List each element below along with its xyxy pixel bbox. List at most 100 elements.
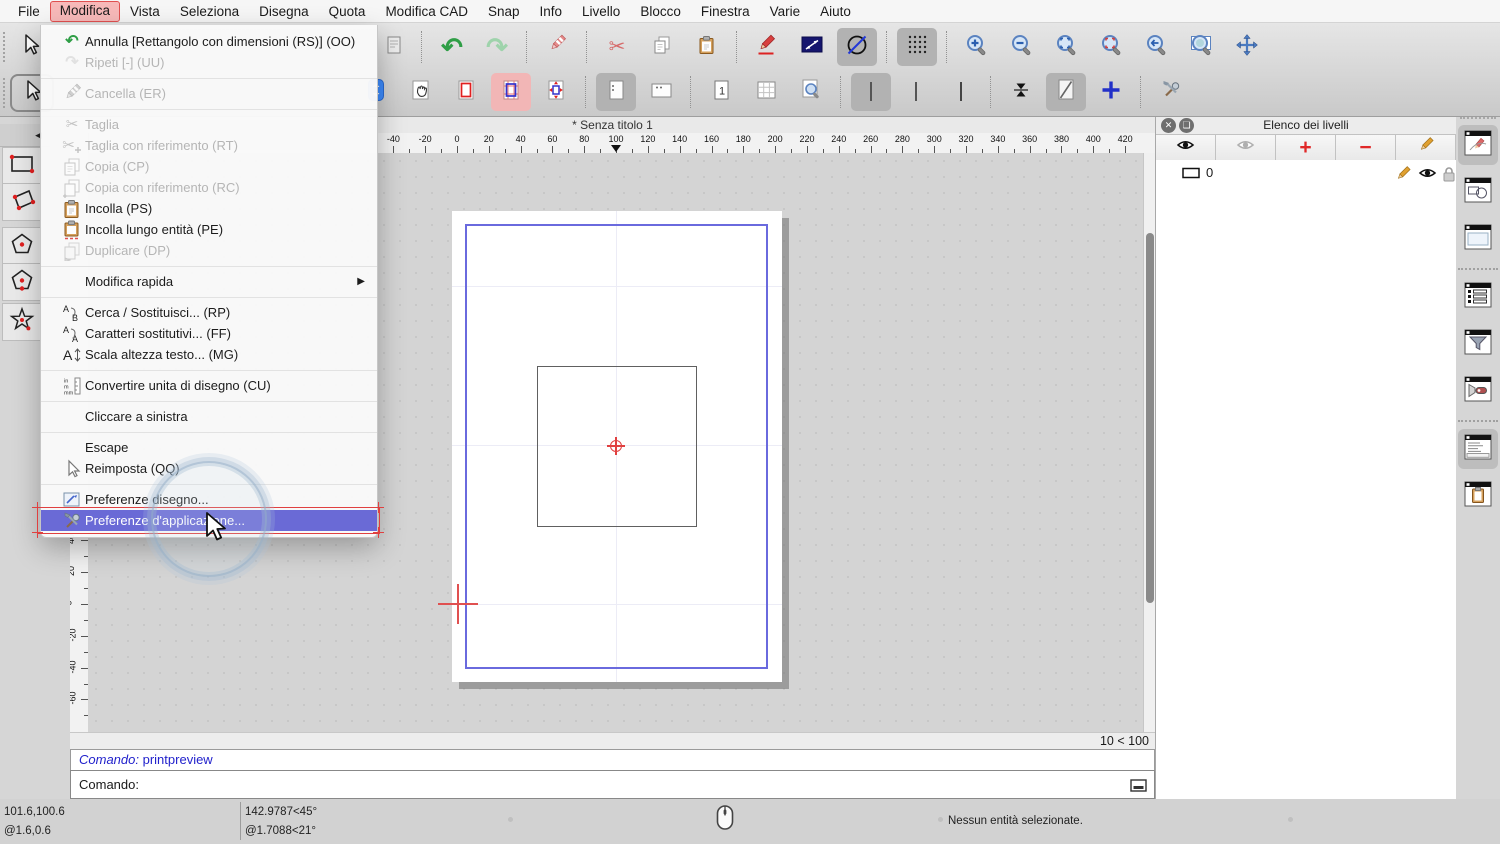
crosshair-button[interactable] bbox=[1091, 73, 1131, 111]
dock-clipboard-toggle[interactable] bbox=[1458, 476, 1498, 516]
zoom-pan-button[interactable] bbox=[1227, 28, 1267, 66]
menu-item-copy[interactable]: Copia (CP) bbox=[41, 156, 377, 177]
menubar-item-snap[interactable]: Snap bbox=[478, 3, 530, 20]
grayscale-button[interactable] bbox=[896, 73, 936, 111]
menubar-item-livello[interactable]: Livello bbox=[572, 3, 630, 20]
zoom-out-button[interactable] bbox=[1002, 28, 1042, 66]
canvas-bottom-strip[interactable]: 10 < 100 bbox=[70, 732, 1155, 749]
zoom-previous-button[interactable] bbox=[1137, 28, 1177, 66]
polygon-center-tool-button[interactable] bbox=[2, 227, 42, 265]
zoom-page-button[interactable] bbox=[791, 73, 831, 111]
toolbar-separator bbox=[736, 31, 738, 63]
menubar-item-modifica-cad[interactable]: Modifica CAD bbox=[375, 3, 478, 20]
menu-item-font-replace[interactable]: AACaratteri sostitutivi... (FF) bbox=[41, 323, 377, 344]
remove-layer-button[interactable]: − bbox=[1336, 135, 1396, 160]
menubar-item-finestra[interactable]: Finestra bbox=[691, 3, 760, 20]
polygon-vertex-tool-button[interactable] bbox=[2, 263, 42, 301]
hand-button[interactable] bbox=[401, 73, 441, 111]
single-page-button[interactable]: 1 bbox=[701, 73, 741, 111]
export-button[interactable] bbox=[372, 28, 412, 66]
menubar-item-quota[interactable]: Quota bbox=[319, 3, 376, 20]
landscape-button[interactable] bbox=[641, 73, 681, 111]
paste-button[interactable] bbox=[687, 28, 727, 66]
grid-button[interactable] bbox=[897, 28, 937, 66]
eye-on-button[interactable] bbox=[1156, 135, 1216, 160]
settings-button[interactable] bbox=[1151, 73, 1191, 111]
star-tool-button[interactable] bbox=[2, 303, 42, 341]
menu-item-duplicate[interactable]: Duplicare (DP) bbox=[41, 240, 377, 261]
menu-item-paste[interactable]: Incolla (PS) bbox=[41, 198, 377, 219]
menubar-item-aiuto[interactable]: Aiuto bbox=[810, 3, 861, 20]
rect-rotated-tool-button[interactable] bbox=[2, 183, 42, 221]
close-panel-icon[interactable]: ✕ bbox=[1161, 118, 1176, 133]
page-center-button[interactable] bbox=[536, 73, 576, 111]
menu-item-paste-along-entity[interactable]: Incolla lungo entità (PE) bbox=[41, 219, 377, 240]
menu-item-redo[interactable]: ↷Ripeti [-] (UU) bbox=[41, 52, 377, 73]
dimension-button[interactable] bbox=[792, 28, 832, 66]
multi-page-button[interactable] bbox=[746, 73, 786, 111]
undo-button[interactable]: ↶ bbox=[432, 28, 472, 66]
menu-item-convert-units[interactable]: inmmmConvertire unita di disegno (CU) bbox=[41, 375, 377, 396]
dock-pen-toggle[interactable] bbox=[1458, 125, 1498, 165]
vertical-scrollbar-thumb[interactable] bbox=[1146, 233, 1154, 603]
circle-line-button[interactable] bbox=[837, 28, 877, 66]
menubar-item-file[interactable]: File bbox=[8, 3, 50, 20]
dock-filter-toggle[interactable] bbox=[1458, 324, 1498, 364]
menubar-item-disegna[interactable]: Disegna bbox=[249, 3, 319, 20]
add-layer-button[interactable]: + bbox=[1276, 135, 1336, 160]
edit-layer-button[interactable] bbox=[1396, 135, 1456, 160]
cut-icon: ✂ bbox=[59, 116, 85, 134]
vertical-scrollbar[interactable] bbox=[1143, 153, 1155, 732]
menubar-item-blocco[interactable]: Blocco bbox=[630, 3, 691, 20]
dock-blocks-toggle[interactable] bbox=[1458, 172, 1498, 212]
pointer-cursor bbox=[203, 511, 229, 548]
eye-on-icon[interactable] bbox=[1418, 165, 1437, 186]
toolbar-drag-handle[interactable] bbox=[3, 32, 8, 62]
cut-button[interactable]: ✂ bbox=[597, 28, 637, 66]
bw-button[interactable] bbox=[941, 73, 981, 111]
menu-item-undo[interactable]: ↶Annulla [Rettangolo con dimensioni (RS)… bbox=[41, 31, 377, 52]
menubar-item-modifica[interactable]: Modifica bbox=[50, 1, 120, 22]
layer-row[interactable]: 0 bbox=[1156, 163, 1456, 183]
dock-command-toggle[interactable] bbox=[1458, 429, 1498, 469]
menu-item-cut-reference[interactable]: ✂Taglia con riferimento (RT) bbox=[41, 135, 377, 156]
toolbar-drag-handle[interactable] bbox=[3, 78, 8, 108]
fit-height-button[interactable] bbox=[1001, 73, 1041, 111]
paste-entity-icon bbox=[59, 221, 85, 239]
menu-item-click-left[interactable]: Cliccare a sinistra bbox=[41, 406, 377, 427]
dock-projector-toggle[interactable] bbox=[1458, 371, 1498, 411]
eye-off-button[interactable] bbox=[1216, 135, 1276, 160]
page-margins-button[interactable] bbox=[491, 73, 531, 111]
dock-projector-icon bbox=[1464, 376, 1492, 407]
dock-empty-toggle[interactable] bbox=[1458, 219, 1498, 259]
copy-button[interactable] bbox=[642, 28, 682, 66]
page-red-button[interactable] bbox=[446, 73, 486, 111]
menu-item-escape[interactable]: Escape bbox=[41, 437, 377, 458]
menubar-item-info[interactable]: Info bbox=[530, 3, 573, 20]
zoom-selection-button[interactable] bbox=[1092, 28, 1132, 66]
portrait-button[interactable] bbox=[596, 73, 636, 111]
rect-tool-button[interactable] bbox=[2, 147, 42, 185]
menubar-item-seleziona[interactable]: Seleziona bbox=[170, 3, 249, 20]
menu-item-copy-reference[interactable]: Copia con riferimento (RC) bbox=[41, 177, 377, 198]
menu-item-search-replace[interactable]: ABCerca / Sostituisci... (RP) bbox=[41, 302, 377, 323]
zoom-auto-button[interactable] bbox=[1047, 28, 1087, 66]
menubar-item-vista[interactable]: Vista bbox=[120, 3, 170, 20]
draft-button[interactable] bbox=[1046, 73, 1086, 111]
menu-item-delete[interactable]: Cancella (ER) bbox=[41, 83, 377, 104]
float-panel-icon[interactable]: ❏ bbox=[1179, 118, 1194, 133]
zoom-window-button[interactable] bbox=[1182, 28, 1222, 66]
zoom-in-button[interactable] bbox=[957, 28, 997, 66]
menu-item-quick-edit[interactable]: Modifica rapida▶ bbox=[41, 271, 377, 292]
command-input[interactable]: Comando: bbox=[70, 770, 1155, 799]
menu-item-text-height-scale[interactable]: AScala altezza testo... (MG) bbox=[41, 344, 377, 365]
eraser-button[interactable] bbox=[537, 28, 577, 66]
color-button[interactable] bbox=[851, 73, 891, 111]
dock-list-toggle[interactable] bbox=[1458, 277, 1498, 317]
edit-layer-icon[interactable] bbox=[1394, 165, 1412, 188]
menu-item-cut[interactable]: ✂Taglia bbox=[41, 114, 377, 135]
menubar-item-varie[interactable]: Varie bbox=[760, 3, 811, 20]
pencil-button[interactable] bbox=[747, 28, 787, 66]
command-keyboard-toggle[interactable] bbox=[1128, 777, 1148, 793]
redo-button[interactable]: ↷ bbox=[477, 28, 517, 66]
